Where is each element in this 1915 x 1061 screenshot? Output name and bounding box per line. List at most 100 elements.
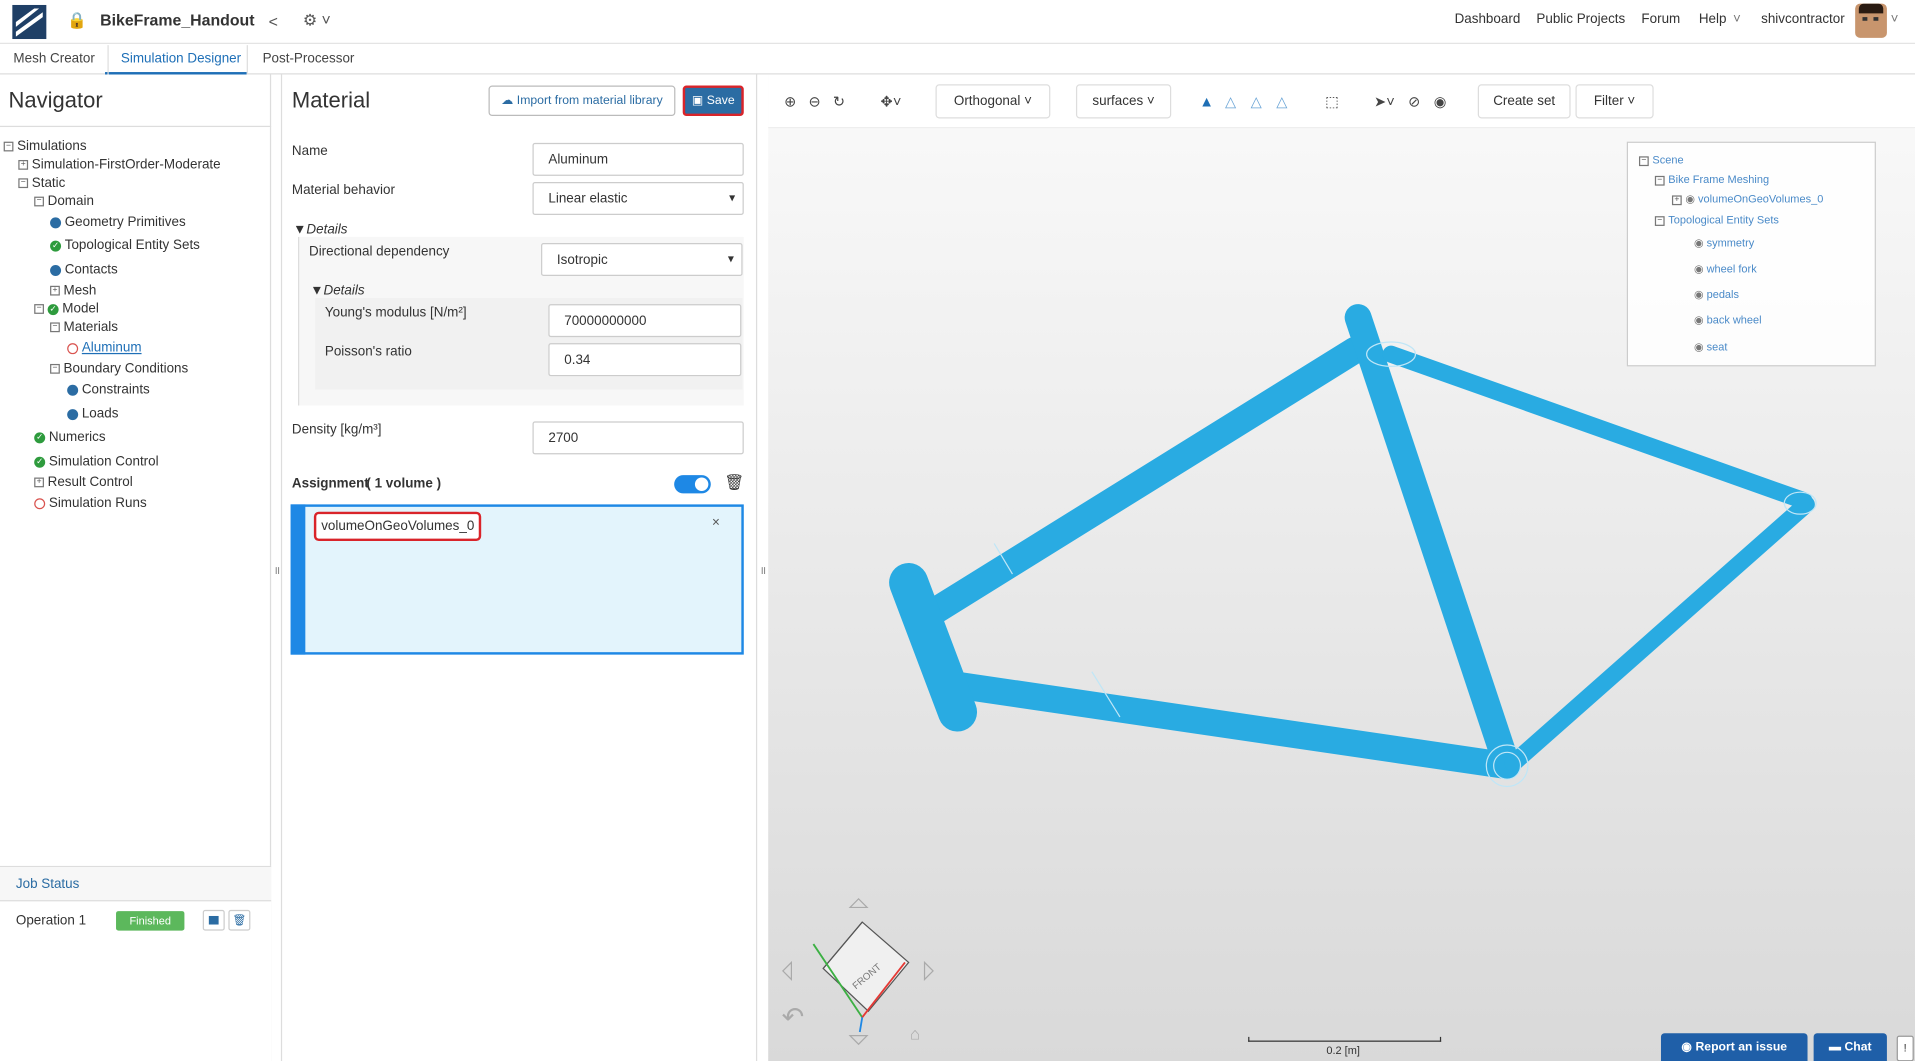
report-issue-button[interactable]: ◉ Report an issue [1660, 1033, 1808, 1061]
stop-button[interactable] [202, 909, 225, 931]
nav-forum[interactable]: Forum [1641, 12, 1680, 27]
import-material-button[interactable]: ☁ Import from material library [488, 85, 676, 117]
delete-job-button[interactable]: 🗑 [228, 909, 251, 931]
directional-select[interactable]: Isotropic [541, 243, 743, 277]
settings-gear-icon[interactable]: ⚙ ˅ [303, 11, 331, 31]
tree-item-simulation-control[interactable]: ✓ Simulation Control [34, 454, 159, 469]
nested-details-toggle[interactable]: ▼Details [310, 283, 364, 298]
pointer-select-icon[interactable]: ➤˅ [1374, 93, 1395, 110]
tree-item-constraints[interactable]: Constraints [67, 382, 150, 397]
youngs-modulus-input[interactable]: 70000000000 [548, 304, 742, 338]
filter-dropdown[interactable]: Filter ˅ [1575, 84, 1654, 119]
alert-icon[interactable]: ! [1896, 1035, 1914, 1061]
hide-eye-icon[interactable]: ⊘ [1408, 93, 1420, 110]
user-name[interactable]: shivcontractor [1761, 12, 1845, 27]
name-input[interactable]: Aluminum [532, 142, 744, 176]
tree-item-contacts[interactable]: Contacts [50, 263, 118, 277]
assignment-toggle[interactable] [674, 475, 711, 494]
view-top-icon[interactable]: △ [1225, 93, 1236, 110]
down-tube[interactable] [935, 670, 1521, 780]
collapse-icon[interactable]: − [18, 178, 29, 189]
eye-icon[interactable]: ◉ [1694, 263, 1707, 275]
poisson-ratio-input[interactable]: 0.34 [548, 343, 742, 377]
collapse-icon[interactable]: − [1654, 215, 1665, 226]
app-logo[interactable] [12, 4, 47, 40]
tree-item-mesh[interactable]: + Mesh [50, 283, 96, 298]
expand-icon[interactable]: + [34, 477, 44, 488]
tree-item-aluminum[interactable]: Aluminum [67, 341, 142, 355]
collapse-icon[interactable]: − [1638, 155, 1649, 166]
tree-item-loads[interactable]: Loads [67, 407, 118, 421]
view-side-icon[interactable]: △ [1251, 93, 1262, 110]
scene-item-seat[interactable]: ◉ seat [1694, 341, 1727, 354]
zoom-out-icon[interactable]: ⊖ [809, 93, 821, 110]
top-tube[interactable] [922, 337, 1368, 625]
rotate-view-icon[interactable]: ↶ [782, 1001, 805, 1033]
eye-icon[interactable]: ◉ [1694, 341, 1707, 353]
assigned-volume-chip[interactable]: volumeOnGeoVolumes_0 [313, 511, 482, 542]
view-front-icon[interactable]: △ [1276, 93, 1287, 110]
collapse-icon[interactable]: − [3, 141, 14, 152]
nav-public-projects[interactable]: Public Projects [1536, 12, 1625, 27]
home-view-icon[interactable]: ⌂ [910, 1023, 920, 1043]
tree-item-numerics[interactable]: ✓ Numerics [34, 430, 106, 445]
show-eye-icon[interactable]: ◉ [1434, 93, 1447, 110]
behavior-select[interactable]: Linear elastic [532, 181, 744, 215]
expand-icon[interactable]: + [50, 285, 60, 296]
scene-item-volume[interactable]: + ◉ volumeOnGeoVolumes_0 [1671, 193, 1823, 206]
tree-item-model[interactable]: − ✓ Model [34, 302, 99, 316]
eye-icon[interactable]: ◉ [1694, 237, 1707, 249]
avatar[interactable] [1855, 3, 1887, 38]
chain-stay[interactable] [1504, 495, 1815, 772]
seat-stay[interactable] [1382, 345, 1813, 510]
tree-item-simulations[interactable]: − Simulations [3, 139, 87, 154]
tab-mesh-creator[interactable]: Mesh Creator [13, 51, 94, 66]
tree-item-result-control[interactable]: + Result Control [34, 475, 133, 490]
tree-item-geometry-primitives[interactable]: Geometry Primitives [50, 215, 186, 230]
scene-item-pedals[interactable]: ◉ pedals [1694, 288, 1739, 301]
remove-assignment-close-icon[interactable]: × [712, 515, 720, 530]
render-mode-dropdown[interactable]: surfaces ˅ [1075, 84, 1172, 119]
details-toggle[interactable]: ▼Details [293, 222, 347, 237]
zoom-in-icon[interactable]: ⊕ [784, 93, 796, 110]
scene-item-back-wheel[interactable]: ◉ back wheel [1694, 314, 1762, 327]
scene-root[interactable]: − Scene [1638, 154, 1684, 166]
nav-help[interactable]: Help [1699, 12, 1727, 27]
tree-item-topological-entity-sets[interactable]: ✓ Topological Entity Sets [50, 238, 200, 253]
create-set-button[interactable]: Create set [1477, 84, 1571, 119]
collapse-icon[interactable]: − [50, 364, 60, 374]
tree-item-simulation-firstorder[interactable]: + Simulation-FirstOrder-Moderate [18, 158, 221, 172]
tab-simulation-designer[interactable]: Simulation Designer [121, 51, 241, 66]
chat-button[interactable]: ▬ Chat [1813, 1033, 1887, 1061]
view-iso-icon[interactable]: ▲ [1199, 93, 1214, 110]
tree-item-materials[interactable]: − Materials [50, 320, 118, 335]
scene-item-symmetry[interactable]: ◉ symmetry [1694, 237, 1754, 250]
expand-icon[interactable]: + [18, 160, 29, 170]
pan-move-icon[interactable]: ✥˅ [881, 93, 902, 110]
scene-item-bike-frame-meshing[interactable]: − Bike Frame Meshing [1654, 173, 1769, 186]
splitter-handle[interactable]: ॥ [274, 562, 281, 578]
collapse-icon[interactable]: − [1654, 175, 1665, 186]
collapse-icon[interactable]: − [34, 304, 44, 314]
save-button[interactable]: ▣ Save [682, 85, 744, 117]
eye-icon[interactable]: ◉ [1685, 193, 1698, 205]
collapse-icon[interactable]: − [50, 322, 60, 333]
reset-view-icon[interactable]: ↻ [833, 93, 845, 110]
nav-dashboard[interactable]: Dashboard [1455, 12, 1521, 27]
eye-icon[interactable]: ◉ [1694, 314, 1707, 326]
box-select-icon[interactable]: ⬚ [1325, 93, 1339, 110]
share-icon[interactable]: < [269, 12, 278, 30]
density-input[interactable]: 2700 [532, 421, 744, 455]
eye-icon[interactable]: ◉ [1694, 288, 1707, 300]
expand-icon[interactable]: + [1671, 194, 1682, 205]
clear-assignment-trash-icon[interactable]: 🗑 [724, 473, 744, 493]
collapse-icon[interactable]: − [34, 196, 44, 207]
tree-item-boundary-conditions[interactable]: − Boundary Conditions [50, 362, 188, 376]
projection-dropdown[interactable]: Orthogonal ˅ [935, 84, 1051, 119]
tree-item-domain[interactable]: − Domain [34, 194, 94, 209]
tree-item-static[interactable]: − Static [18, 176, 65, 191]
splitter-handle[interactable]: ॥ [760, 562, 767, 578]
tree-item-simulation-runs[interactable]: Simulation Runs [34, 496, 147, 511]
scene-item-wheel-fork[interactable]: ◉ wheel fork [1694, 263, 1757, 276]
tab-post-processor[interactable]: Post-Processor [263, 51, 355, 66]
